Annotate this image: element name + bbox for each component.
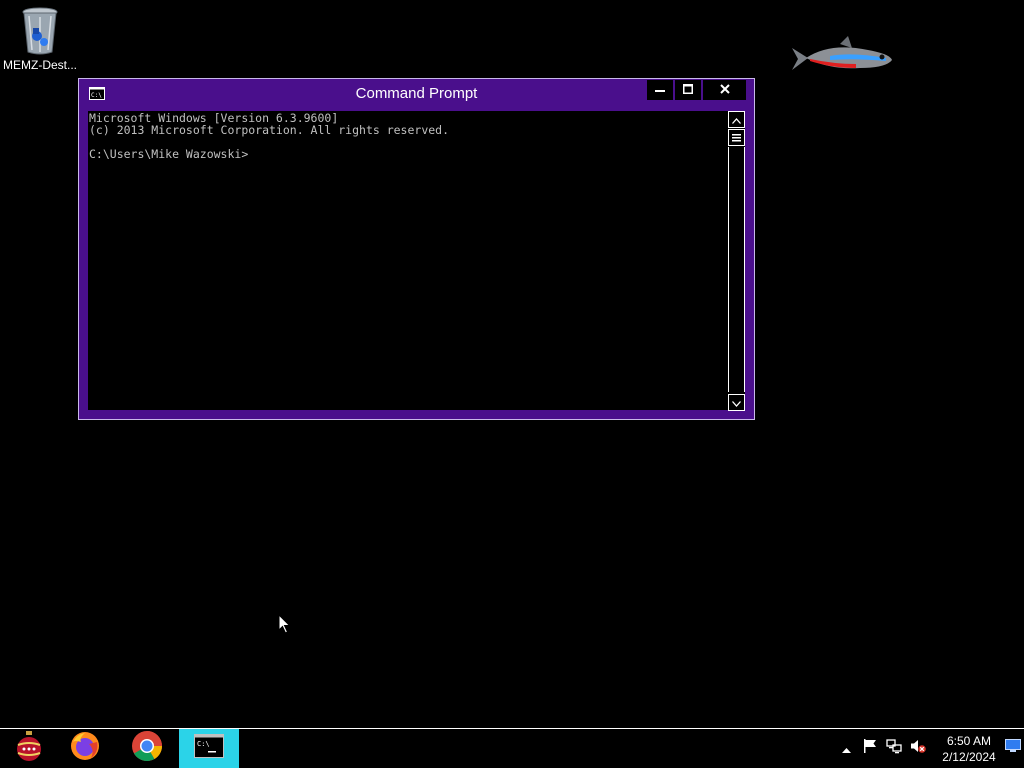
- title-bar[interactable]: C:\ Command Prompt: [79, 79, 754, 110]
- vertical-scrollbar[interactable]: [728, 111, 745, 411]
- maximize-button[interactable]: [675, 80, 701, 100]
- command-prompt-window[interactable]: C:\ Command Prompt Microsoft Windows [Ve…: [78, 78, 755, 420]
- desktop-icon-label: MEMZ-Dest...: [3, 58, 77, 72]
- flag-icon: [862, 738, 878, 759]
- minimize-button[interactable]: [647, 80, 673, 100]
- console-text: Microsoft Windows [Version 6.3.9600] (c)…: [89, 111, 450, 161]
- show-hidden-icons-button[interactable]: [838, 729, 854, 768]
- close-button[interactable]: [703, 80, 746, 100]
- volume-muted-icon: [910, 738, 926, 759]
- clock[interactable]: 6:50 AM 2/12/2024: [930, 733, 1008, 765]
- network-icon: [886, 738, 902, 759]
- monitor-icon: [1005, 739, 1021, 758]
- grip-icon: [732, 129, 741, 147]
- scroll-track[interactable]: [728, 147, 745, 392]
- taskbar-app-firefox[interactable]: [56, 729, 114, 768]
- action-center-button[interactable]: [860, 729, 880, 768]
- show-desktop-button[interactable]: [1003, 729, 1023, 768]
- taskbar-app-ornament[interactable]: [0, 729, 58, 768]
- clock-time: 6:50 AM: [946, 734, 992, 748]
- desktop-icon-memz[interactable]: MEMZ-Dest...: [2, 6, 78, 72]
- svg-text:C:\: C:\: [197, 740, 210, 748]
- cmd-icon: C:\: [194, 734, 224, 763]
- network-button[interactable]: [884, 729, 904, 768]
- scroll-thumb[interactable]: [728, 129, 745, 146]
- ornament-icon: [14, 730, 44, 767]
- taskbar-app-chrome[interactable]: [118, 729, 176, 768]
- minimize-icon: [655, 81, 665, 99]
- chevron-down-icon: [732, 394, 741, 412]
- desktop: MEMZ-Dest... C:\ Command Prompt Microsof…: [0, 0, 1024, 728]
- taskbar: C:\ 6:50 AM 2/12/2024: [0, 728, 1024, 768]
- volume-button[interactable]: [908, 729, 928, 768]
- chevron-up-icon: [732, 111, 741, 129]
- chrome-icon: [131, 730, 163, 767]
- chevron-up-icon: [841, 740, 851, 758]
- close-icon: [719, 81, 730, 99]
- firefox-icon: [69, 730, 101, 767]
- recycle-bin-icon: [2, 6, 78, 58]
- console-output[interactable]: Microsoft Windows [Version 6.3.9600] (c)…: [88, 111, 728, 410]
- clock-date: 2/12/2024: [942, 750, 996, 764]
- scroll-down-button[interactable]: [728, 394, 745, 411]
- taskbar-app-cmd[interactable]: C:\: [179, 729, 239, 768]
- neon-tetra-fish: [790, 34, 894, 82]
- scroll-up-button[interactable]: [728, 111, 745, 128]
- maximize-icon: [683, 81, 693, 99]
- mouse-pointer-icon: [278, 613, 292, 634]
